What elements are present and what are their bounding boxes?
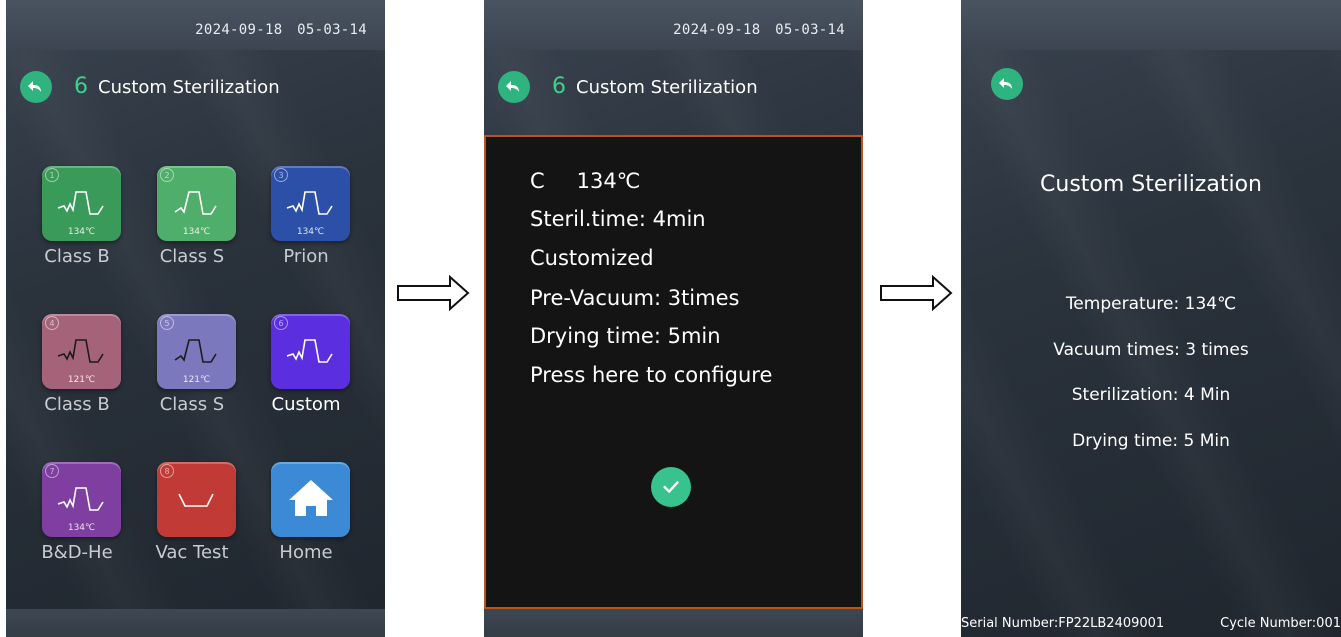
program-icon: 6 bbox=[271, 314, 350, 389]
program-temp: 134℃ bbox=[67, 227, 96, 237]
program-icon: 4 121℃ bbox=[42, 314, 121, 389]
checkmark-icon bbox=[663, 481, 679, 493]
program-summary-screen: Custom Sterilization Temperature: 134℃ V… bbox=[961, 0, 1341, 637]
back-arrow-icon bbox=[28, 81, 41, 92]
program-icon: 5 121℃ bbox=[157, 314, 236, 389]
pre-vacuum-line: Pre-Vacuum: 3times bbox=[530, 286, 740, 310]
program-label: Home bbox=[279, 542, 333, 563]
pressure-curve-icon bbox=[286, 339, 333, 363]
program-icon: 2 134℃ bbox=[157, 166, 236, 241]
program-index: 3 bbox=[274, 168, 288, 182]
pressure-curve-icon bbox=[174, 191, 217, 215]
customized-line: Customized bbox=[530, 246, 654, 270]
program-number: 6 bbox=[74, 74, 88, 99]
configure-link[interactable]: Press here to configure bbox=[530, 363, 772, 387]
program-index: 7 bbox=[45, 464, 59, 478]
datetime: 2024-09-18 05-03-14 bbox=[673, 22, 845, 38]
confirm-button[interactable] bbox=[651, 467, 691, 507]
house-icon bbox=[289, 480, 333, 516]
status-bar bbox=[961, 0, 1341, 50]
vacuum-curve-icon bbox=[178, 493, 214, 507]
program-mode: C bbox=[530, 169, 545, 193]
cycle-number: Cycle Number:001 bbox=[1220, 616, 1341, 631]
program-tile-prion[interactable]: 3 134℃ Prion bbox=[236, 166, 376, 291]
program-temp: 121℃ bbox=[67, 375, 96, 385]
page-title: Custom Sterilization bbox=[576, 77, 758, 98]
program-number: 6 bbox=[552, 74, 566, 99]
program-icon: 7 134℃ bbox=[42, 462, 121, 537]
pressure-curve-icon bbox=[286, 191, 333, 215]
program-tile-custom[interactable]: 6 Custom bbox=[236, 314, 376, 439]
flow-arrow-icon bbox=[880, 274, 953, 312]
program-detail-screen: 2024-09-18 05-03-14 6 Custom Sterilizatio… bbox=[484, 0, 863, 637]
temperature-value: Temperature: 134℃ bbox=[1065, 294, 1237, 314]
program-index: 2 bbox=[160, 168, 174, 182]
drying-time-line: Drying time: 5min bbox=[530, 324, 721, 348]
back-button[interactable] bbox=[498, 71, 530, 103]
flow-arrow-icon bbox=[397, 274, 470, 312]
program-index: 4 bbox=[45, 316, 59, 330]
program-label: Prion bbox=[283, 246, 329, 267]
sterilization-time-value: Sterilization: 4 Min bbox=[1071, 385, 1231, 405]
main-menu-screen: 2024-09-18 05-03-14 6 Custom Sterilizatio… bbox=[6, 0, 385, 637]
steril-time-line: Steril.time: 4min bbox=[530, 207, 706, 231]
bottom-bar bbox=[484, 609, 863, 637]
program-temp: 121℃ bbox=[182, 375, 211, 385]
program-index: 5 bbox=[160, 316, 174, 330]
program-temperature: 134℃ bbox=[576, 169, 641, 193]
pressure-curve-icon bbox=[57, 339, 104, 363]
back-arrow-icon bbox=[506, 81, 519, 92]
program-temp: 134℃ bbox=[296, 227, 325, 237]
program-icon: 3 134℃ bbox=[271, 166, 350, 241]
page-title: Custom Sterilization bbox=[98, 77, 280, 98]
drying-time-value: Drying time: 5 Min bbox=[1072, 431, 1230, 451]
program-icon bbox=[271, 462, 350, 537]
back-button[interactable] bbox=[991, 68, 1023, 100]
bottom-bar bbox=[6, 609, 385, 637]
program-icon: 8 bbox=[157, 462, 236, 537]
serial-number: Serial Number:FP22LB2409001 bbox=[961, 616, 1165, 631]
program-index: 6 bbox=[274, 316, 288, 330]
program-detail-popup[interactable]: C 134℃ Steril.time: 4min Customized Pre-V… bbox=[484, 135, 863, 609]
page-header: 6 Custom Sterilization bbox=[74, 74, 280, 99]
pressure-curve-icon bbox=[57, 191, 104, 215]
vacuum-times-value: Vacuum times: 3 times bbox=[1053, 340, 1249, 360]
datetime: 2024-09-18 05-03-14 bbox=[195, 22, 367, 38]
program-label: Custom bbox=[271, 394, 341, 415]
page-title: Custom Sterilization bbox=[1040, 172, 1262, 197]
program-temp: 134℃ bbox=[67, 523, 96, 533]
pressure-curve-icon bbox=[174, 339, 217, 363]
back-arrow-icon bbox=[999, 78, 1012, 89]
pressure-curve-icon bbox=[57, 487, 104, 511]
back-button[interactable] bbox=[20, 71, 52, 103]
program-temp: 134℃ bbox=[182, 227, 211, 237]
program-icon: 1 134℃ bbox=[42, 166, 121, 241]
home-tile[interactable]: Home bbox=[236, 462, 376, 587]
page-header: 6 Custom Sterilization bbox=[552, 74, 758, 99]
program-mode-temp: C 134℃ bbox=[530, 169, 640, 193]
program-index: 8 bbox=[160, 464, 174, 478]
status-bar: 2024-09-18 05-03-14 bbox=[6, 0, 385, 50]
status-bar: 2024-09-18 05-03-14 bbox=[484, 0, 863, 50]
program-index: 1 bbox=[45, 168, 59, 182]
